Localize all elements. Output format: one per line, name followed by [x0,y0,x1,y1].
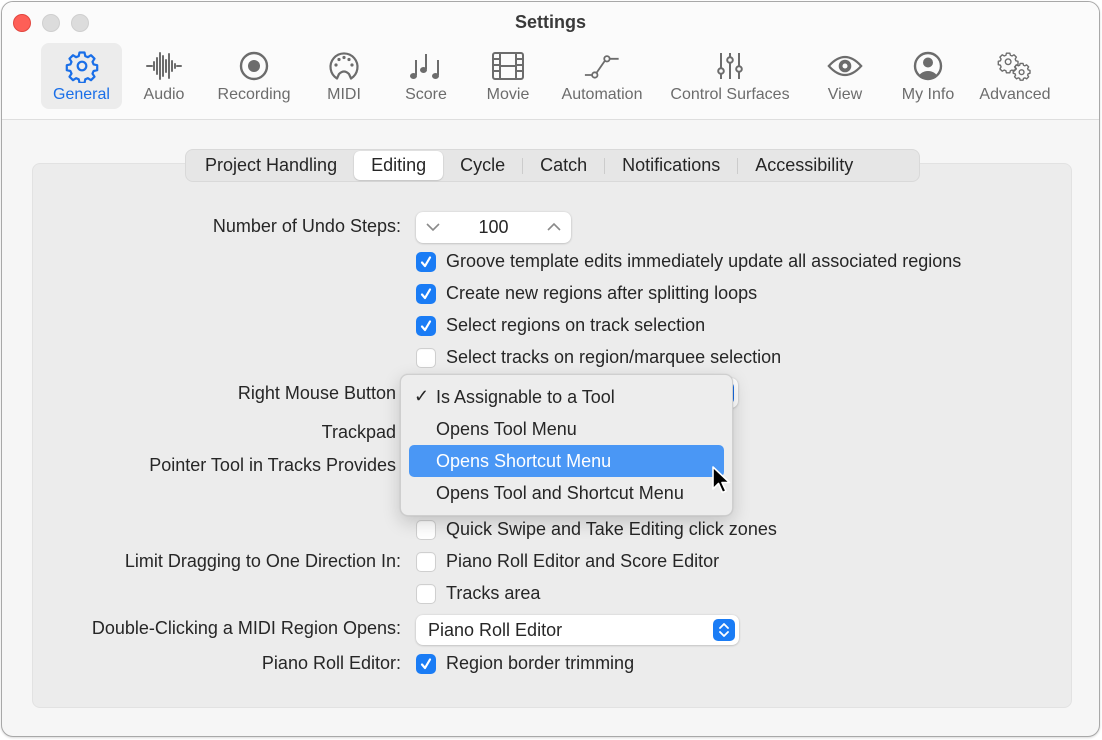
tab-accessibility[interactable]: Accessibility [738,151,870,180]
toolbar-item-advanced[interactable]: Advanced [972,43,1058,109]
increment-chevron-up-icon[interactable] [547,219,561,237]
menu-item-label: Is Assignable to a Tool [436,386,615,407]
checkbox-unchecked-icon[interactable] [416,551,436,572]
checkbox-create-new-regions[interactable]: Create new regions after splitting loops [416,283,757,304]
toolbar-label: Recording [217,86,291,103]
waveform-icon [146,49,182,83]
checkbox-checked-icon[interactable] [416,283,436,304]
checkbox-label: Piano Roll Editor and Score Editor [446,551,720,571]
right-mouse-button-menu: ✓ Is Assignable to a Tool Opens Tool Men… [400,374,733,516]
toolbar-item-movie[interactable]: Movie [478,43,538,109]
person-circle-icon [910,49,946,83]
checkbox-checked-icon[interactable] [416,653,436,674]
menu-item-opens-tool-menu[interactable]: Opens Tool Menu [409,413,724,445]
limit-dragging-label: Limit Dragging to One Direction In: [124,551,401,571]
toolbar-label: Control Surfaces [670,86,790,103]
checkbox-label: Region border trimming [446,653,635,673]
checkbox-unchecked-icon[interactable] [416,583,436,604]
piano-roll-editor-label: Piano Roll Editor: [261,653,401,673]
trackpad-label: Trackpad [321,422,396,442]
toolbar-label: Advanced [979,86,1051,103]
double-click-midi-popup[interactable]: Piano Roll Editor [416,615,739,645]
tab-cycle[interactable]: Cycle [443,151,522,180]
music-notes-icon [408,49,444,83]
sliders-icon [712,49,748,83]
settings-toolbar: General Audio Recording MIDI Score Movie… [2,43,1099,111]
toolbar-label: Movie [486,86,530,103]
undo-steps-label: Number of Undo Steps: [212,216,401,236]
popup-value: Piano Roll Editor [428,619,563,640]
toolbar-label: General [53,86,110,103]
record-icon [236,49,272,83]
checkbox-region-border-trimming[interactable]: Region border trimming [416,653,634,674]
mouse-pointer-icon [711,465,733,495]
toolbar-label: MIDI [327,86,361,103]
checkbox-label: Tracks area [446,583,541,603]
checkbox-checked-icon[interactable] [416,315,436,336]
toolbar-item-recording[interactable]: Recording [208,43,300,109]
checkbox-label: Create new regions after splitting loops [446,283,758,303]
checkbox-limit-piano-roll-score[interactable]: Piano Roll Editor and Score Editor [416,551,719,572]
checkbox-unchecked-icon[interactable] [416,347,436,368]
checkmark-icon: ✓ [414,386,430,406]
checkbox-select-regions-on-track[interactable]: Select regions on track selection [416,315,705,336]
gears-icon [997,49,1033,83]
tab-bar: Project Handling Editing Cycle Catch Not… [185,149,920,182]
undo-steps-value[interactable]: 100 [478,217,508,238]
toolbar-label: Automation [561,86,643,103]
toolbar-item-midi[interactable]: MIDI [314,43,374,109]
toolbar-item-score[interactable]: Score [396,43,456,109]
film-strip-icon [490,49,526,83]
window-title: Settings [514,12,586,32]
toolbar-item-my-info[interactable]: My Info [893,43,963,109]
checkbox-limit-tracks-area[interactable]: Tracks area [416,583,540,604]
menu-item-label: Opens Tool Menu [436,418,577,439]
tab-notifications[interactable]: Notifications [605,151,737,180]
tab-catch[interactable]: Catch [523,151,604,180]
checkbox-quick-swipe[interactable]: Quick Swipe and Take Editing click zones [416,519,777,540]
menu-item-label: Opens Shortcut Menu [436,450,612,471]
menu-item-opens-tool-and-shortcut-menu[interactable]: Opens Tool and Shortcut Menu [409,477,724,509]
menu-item-is-assignable[interactable]: ✓ Is Assignable to a Tool [409,381,724,413]
settings-window: Settings General Audio Recording MIDI Sc… [1,1,1100,737]
tab-project-handling[interactable]: Project Handling [188,151,354,180]
eye-icon [827,49,863,83]
checkbox-label: Groove template edits immediately update… [446,251,962,271]
gear-icon [64,49,100,83]
undo-steps-stepper[interactable]: 100 [416,212,571,243]
toolbar-item-control-surfaces[interactable]: Control Surfaces [659,43,801,109]
toolbar-item-view[interactable]: View [815,43,875,109]
checkbox-groove-template[interactable]: Groove template edits immediately update… [416,251,961,272]
midi-connector-icon [326,49,362,83]
checkbox-label: Select regions on track selection [446,315,706,335]
toolbar-label: Score [405,86,447,103]
double-click-midi-label: Double-Clicking a MIDI Region Opens: [91,618,401,638]
up-down-arrows-icon [713,619,735,641]
automation-curve-icon [584,49,620,83]
toolbar-item-general[interactable]: General [41,43,122,109]
checkbox-checked-icon[interactable] [416,251,436,272]
checkbox-label: Quick Swipe and Take Editing click zones [446,519,777,539]
checkbox-select-tracks-on-region[interactable]: Select tracks on region/marquee selectio… [416,347,781,368]
title-bar: Settings General Audio Recording MIDI Sc… [2,2,1099,120]
checkbox-unchecked-icon[interactable] [416,519,436,540]
checkbox-label: Select tracks on region/marquee selectio… [446,347,782,367]
toolbar-label: Audio [143,86,185,103]
toolbar-item-audio[interactable]: Audio [132,43,196,109]
toolbar-label: View [827,86,863,103]
pointer-tool-label: Pointer Tool in Tracks Provides [149,455,396,475]
toolbar-label: My Info [901,86,955,103]
menu-item-opens-shortcut-menu[interactable]: Opens Shortcut Menu [409,445,724,477]
decrement-chevron-down-icon[interactable] [426,219,440,237]
right-mouse-button-label: Right Mouse Button [237,383,396,403]
toolbar-item-automation[interactable]: Automation [553,43,651,109]
tab-editing[interactable]: Editing [354,151,444,180]
menu-item-label: Opens Tool and Shortcut Menu [436,482,684,503]
